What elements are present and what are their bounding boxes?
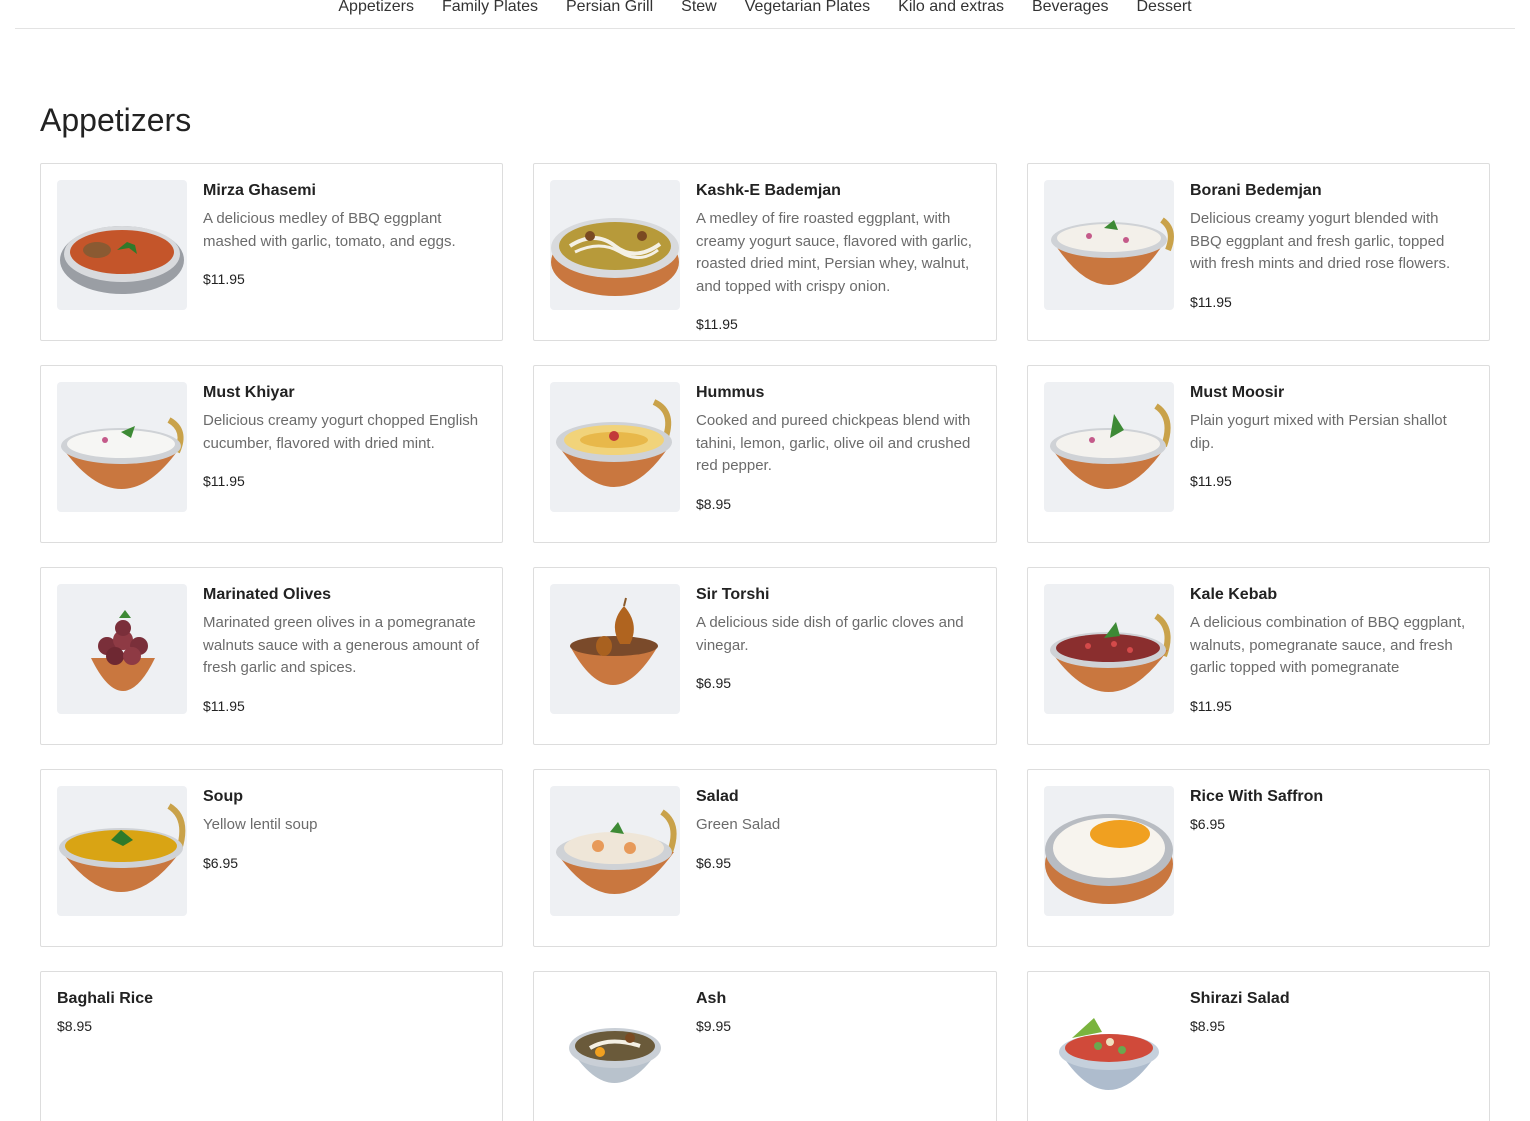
- item-description: A delicious side dish of garlic cloves a…: [696, 614, 964, 654]
- menu-grid: Mirza Ghasemi A delicious medley of BBQ …: [40, 163, 1490, 1121]
- menu-item-info: Salad Green Salad $6.95: [696, 786, 980, 930]
- menu-item-card[interactable]: Shirazi Salad $8.95: [1027, 971, 1490, 1121]
- dish-photo-rice-with-saffron: [1044, 786, 1174, 916]
- menu-item-card[interactable]: Sir Torshi A delicious side dish of garl…: [533, 567, 997, 745]
- menu-item-info: Borani Bedemjan Delicious creamy yogurt …: [1190, 180, 1473, 324]
- dish-photo-mirza-ghasemi: [57, 180, 187, 310]
- dish-photo-sir-torshi: [550, 584, 680, 714]
- dish-photo-shirazi-salad: [1044, 988, 1174, 1118]
- dish-photo-borani-bedemjan: [1044, 180, 1174, 310]
- item-description: A delicious combination of BBQ eggplant,…: [1190, 614, 1466, 676]
- nav-link-beverages[interactable]: Beverages: [1032, 0, 1109, 15]
- dish-photo-ash: [550, 988, 680, 1118]
- dish-photo-must-khiyar: [57, 382, 187, 512]
- item-price: $11.95: [203, 271, 245, 287]
- item-price: $6.95: [1190, 816, 1226, 832]
- nav-link-appetizers[interactable]: Appetizers: [338, 0, 414, 15]
- item-price: $8.95: [57, 1018, 93, 1034]
- menu-item-info: Baghali Rice $8.95: [57, 988, 486, 1121]
- item-price: $11.95: [203, 473, 245, 489]
- menu-item-card[interactable]: Mirza Ghasemi A delicious medley of BBQ …: [40, 163, 503, 341]
- item-name: Soup: [203, 788, 243, 805]
- item-price: $6.95: [203, 854, 239, 871]
- menu-item-card[interactable]: Borani Bedemjan Delicious creamy yogurt …: [1027, 163, 1490, 341]
- menu-item-info: Marinated Olives Marinated green olives …: [203, 584, 486, 728]
- menu-item-info: Ash $9.95: [696, 988, 980, 1121]
- menu-item-card[interactable]: Kale Kebab A delicious combination of BB…: [1027, 567, 1490, 745]
- item-price: $9.95: [696, 1018, 732, 1034]
- dish-photo-must-moosir: [1044, 382, 1174, 512]
- menu-item-info: Rice With Saffron $6.95: [1190, 786, 1473, 930]
- menu-item-card[interactable]: Ash $9.95: [533, 971, 997, 1121]
- nav-link-family-plates[interactable]: Family Plates: [442, 0, 538, 15]
- item-name: Must Moosir: [1190, 384, 1285, 401]
- item-name: Mirza Ghasemi: [203, 182, 316, 199]
- nav-link-stew[interactable]: Stew: [681, 0, 717, 15]
- item-description: Delicious creamy yogurt blended with BBQ…: [1190, 210, 1451, 272]
- item-price: $8.95: [696, 495, 732, 512]
- dish-photo-hummus: [550, 382, 680, 512]
- section-title: Appetizers: [40, 102, 192, 138]
- item-name: Hummus: [696, 384, 765, 401]
- item-name: Must Khiyar: [203, 384, 295, 401]
- menu-item-card[interactable]: Salad Green Salad $6.95: [533, 769, 997, 947]
- dish-photo-kashk-e-bademjan: [550, 180, 680, 310]
- item-name: Sir Torshi: [696, 586, 770, 603]
- dish-photo-soup: [57, 786, 187, 916]
- item-name: Rice With Saffron: [1190, 788, 1324, 805]
- nav-link-vegetarian-plates[interactable]: Vegetarian Plates: [745, 0, 870, 15]
- item-description: A delicious medley of BBQ eggplant mashe…: [203, 210, 456, 250]
- menu-item-info: Shirazi Salad $8.95: [1190, 988, 1473, 1121]
- item-description: A medley of fire roasted eggplant, with …: [696, 210, 972, 295]
- menu-item-info: Sir Torshi A delicious side dish of garl…: [696, 584, 980, 728]
- menu-item-info: Hummus Cooked and pureed chickpeas blend…: [696, 382, 980, 526]
- item-description: Marinated green olives in a pomegranate …: [203, 614, 479, 676]
- item-price: $6.95: [696, 854, 732, 871]
- item-name: Ash: [696, 990, 727, 1007]
- item-name: Kashk-E Bademjan: [696, 182, 841, 199]
- menu-item-card[interactable]: Must Khiyar Delicious creamy yogurt chop…: [40, 365, 503, 543]
- dish-photo-salad: [550, 786, 680, 916]
- nav-link-persian-grill[interactable]: Persian Grill: [566, 0, 653, 15]
- category-nav-list: Appetizers Family Plates Persian Grill S…: [15, 0, 1515, 16]
- item-price: $11.95: [1190, 697, 1232, 714]
- item-description: Green Salad: [696, 816, 781, 833]
- menu-item-card[interactable]: Rice With Saffron $6.95: [1027, 769, 1490, 947]
- dish-photo-kale-kebab: [1044, 584, 1174, 714]
- menu-item-info: Must Khiyar Delicious creamy yogurt chop…: [203, 382, 486, 526]
- menu-item-card[interactable]: Must Moosir Plain yogurt mixed with Pers…: [1027, 365, 1490, 543]
- item-price: $11.95: [1190, 473, 1232, 489]
- item-price: $11.95: [696, 316, 738, 332]
- menu-item-card[interactable]: Baghali Rice $8.95: [40, 971, 503, 1121]
- menu-item-card[interactable]: Kashk-E Bademjan A medley of fire roaste…: [533, 163, 997, 341]
- item-price: $11.95: [1190, 293, 1232, 310]
- item-name: Baghali Rice: [57, 990, 154, 1007]
- dish-photo-marinated-olives: [57, 584, 187, 714]
- menu-item-info: Kashk-E Bademjan A medley of fire roaste…: [696, 180, 980, 332]
- item-description: Cooked and pureed chickpeas blend with t…: [696, 412, 971, 474]
- item-name: Marinated Olives: [203, 586, 332, 603]
- menu-item-card[interactable]: Hummus Cooked and pureed chickpeas blend…: [533, 365, 997, 543]
- item-price: $6.95: [696, 675, 732, 691]
- item-description: Plain yogurt mixed with Persian shallot …: [1190, 412, 1447, 452]
- menu-item-info: Kale Kebab A delicious combination of BB…: [1190, 584, 1473, 728]
- menu-item-info: Must Moosir Plain yogurt mixed with Pers…: [1190, 382, 1473, 526]
- item-price: $8.95: [1190, 1018, 1226, 1034]
- menu-item-card[interactable]: Marinated Olives Marinated green olives …: [40, 567, 503, 745]
- menu-item-info: Soup Yellow lentil soup $6.95: [203, 786, 486, 930]
- menu-item-card[interactable]: Soup Yellow lentil soup $6.95: [40, 769, 503, 947]
- item-description: Delicious creamy yogurt chopped English …: [203, 412, 479, 452]
- item-description: Yellow lentil soup: [203, 816, 318, 833]
- item-name: Shirazi Salad: [1190, 990, 1290, 1007]
- nav-link-kilo-and-extras[interactable]: Kilo and extras: [898, 0, 1004, 15]
- menu-item-info: Mirza Ghasemi A delicious medley of BBQ …: [203, 180, 486, 324]
- nav-link-dessert[interactable]: Dessert: [1136, 0, 1191, 15]
- item-name: Kale Kebab: [1190, 586, 1278, 603]
- item-name: Salad: [696, 788, 739, 805]
- item-price: $11.95: [203, 697, 245, 714]
- item-name: Borani Bedemjan: [1190, 182, 1322, 199]
- category-navbar: Appetizers Family Plates Persian Grill S…: [15, 0, 1515, 29]
